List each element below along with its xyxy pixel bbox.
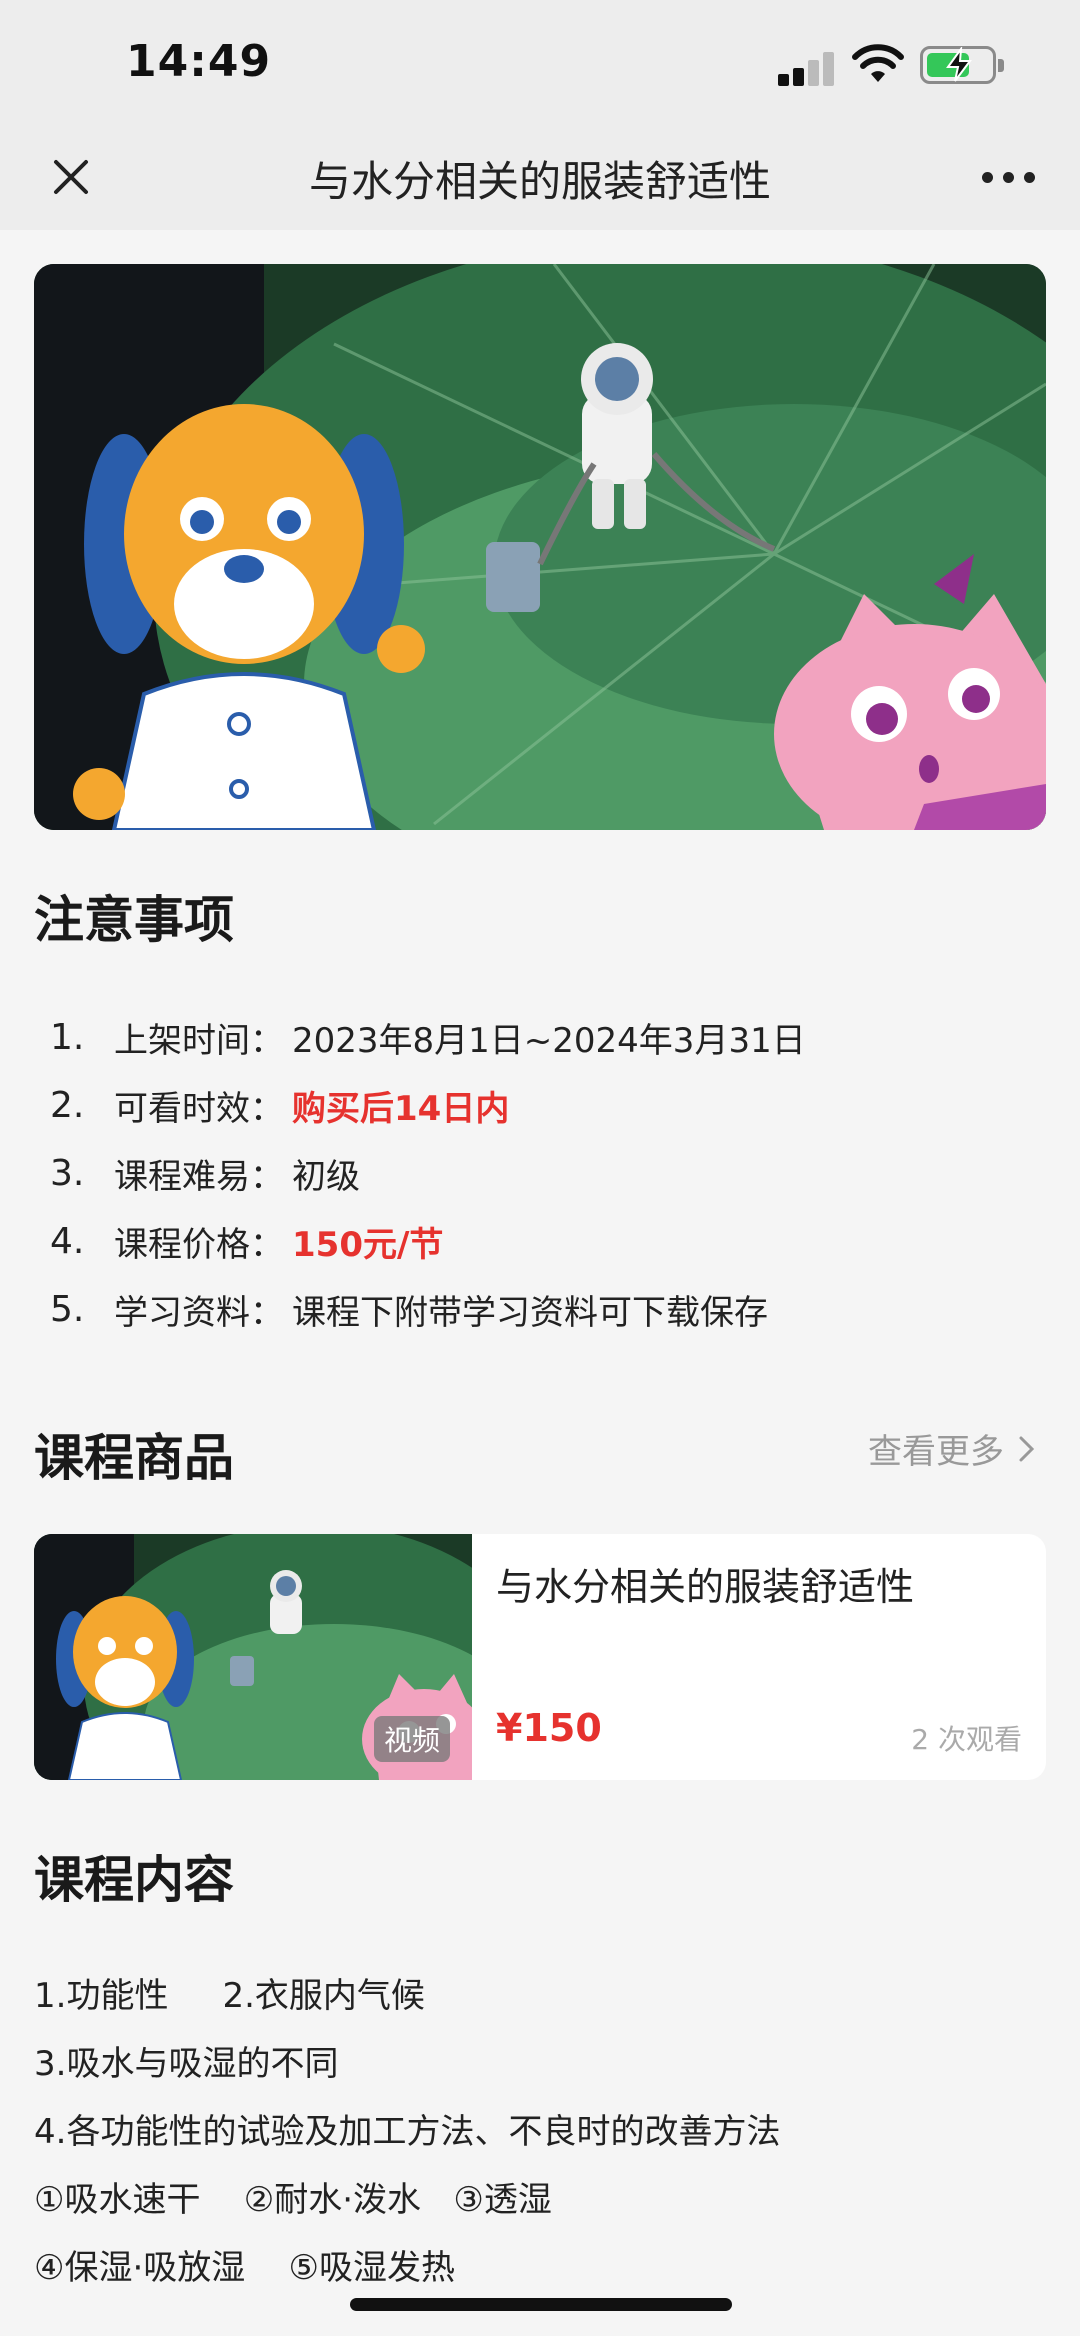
cellular-signal-icon [778, 52, 838, 86]
page-title: 与水分相关的服装舒适性 [308, 157, 771, 206]
notice-section-title: 注意事项 [34, 891, 234, 949]
more-options-button[interactable] [982, 164, 1036, 194]
notice-number: 1. [50, 1016, 85, 1058]
content-line: 3.吸水与吸湿的不同 [34, 2043, 339, 2084]
view-count: 2 次观看 [911, 1723, 1022, 1756]
notice-item: 2. 可看时效： 购买后14日内 [50, 1071, 1050, 1139]
notice-item: 5. 学习资料： 课程下附带学习资料可下载保存 [50, 1275, 1050, 1343]
video-tag: 视频 [373, 1716, 450, 1762]
content-line: 1.功能性 2.衣服内气候 [34, 1975, 425, 2016]
notice-number: 4. [50, 1220, 85, 1262]
notice-key: 上架时间： [114, 1020, 284, 1061]
view-more-link[interactable]: 查看更多 [868, 1424, 1036, 1473]
course-banner-image [34, 264, 1046, 830]
content-line: ①吸水速干 ②耐水·泼水 ③透湿 [34, 2179, 552, 2220]
nav-bar: 与水分相关的服装舒适性 [0, 130, 1080, 230]
products-section-title: 课程商品 [34, 1429, 234, 1487]
notice-key: 课程难易： [114, 1156, 284, 1197]
product-price: ¥150 [496, 1706, 602, 1750]
notice-key: 学习资料： [114, 1292, 284, 1333]
notice-value-highlight: 购买后14日内 [292, 1088, 510, 1129]
product-title: 与水分相关的服装舒适性 [496, 1565, 915, 1609]
notice-value: 2023年8月1日~2024年3月31日 [292, 1020, 806, 1061]
status-time: 14:49 [126, 36, 272, 87]
notice-item: 3. 课程难易： 初级 [50, 1139, 1050, 1207]
wifi-icon [852, 44, 904, 82]
course-content-list: 1.功能性 2.衣服内气候 3.吸水与吸湿的不同 4.各功能性的试验及加工方法、… [34, 1958, 1046, 2298]
content-line: 4.各功能性的试验及加工方法、不良时的改善方法 [34, 2111, 781, 2152]
notice-value: 初级 [292, 1156, 360, 1197]
battery-charging-icon [920, 46, 1004, 84]
notice-key: 课程价格： [114, 1224, 284, 1265]
notice-number: 2. [50, 1084, 85, 1126]
notice-value: 课程下附带学习资料可下载保存 [292, 1292, 768, 1333]
content-line: ④保湿·吸放湿 ⑤吸湿发热 [34, 2247, 455, 2288]
chevron-right-icon [1019, 1436, 1035, 1461]
notice-number: 5. [50, 1288, 85, 1330]
notice-item: 1. 上架时间： 2023年8月1日~2024年3月31日 [50, 1003, 1050, 1071]
course-product-card[interactable]: 视频 与水分相关的服装舒适性 ¥150 2 次观看 [34, 1534, 1046, 1780]
notice-list: 1. 上架时间： 2023年8月1日~2024年3月31日 2. 可看时效： 购… [50, 1003, 1050, 1343]
notice-key: 可看时效： [114, 1088, 284, 1129]
notice-value-highlight: 150元/节 [292, 1224, 444, 1265]
product-thumbnail: 视频 [34, 1534, 472, 1780]
content-section-title: 课程内容 [34, 1851, 234, 1909]
notice-item: 4. 课程价格： 150元/节 [50, 1207, 1050, 1275]
view-more-label: 查看更多 [868, 1432, 1004, 1472]
notice-number: 3. [50, 1152, 85, 1194]
status-bar: 14:49 [0, 0, 1080, 130]
home-indicator[interactable] [350, 2298, 732, 2311]
